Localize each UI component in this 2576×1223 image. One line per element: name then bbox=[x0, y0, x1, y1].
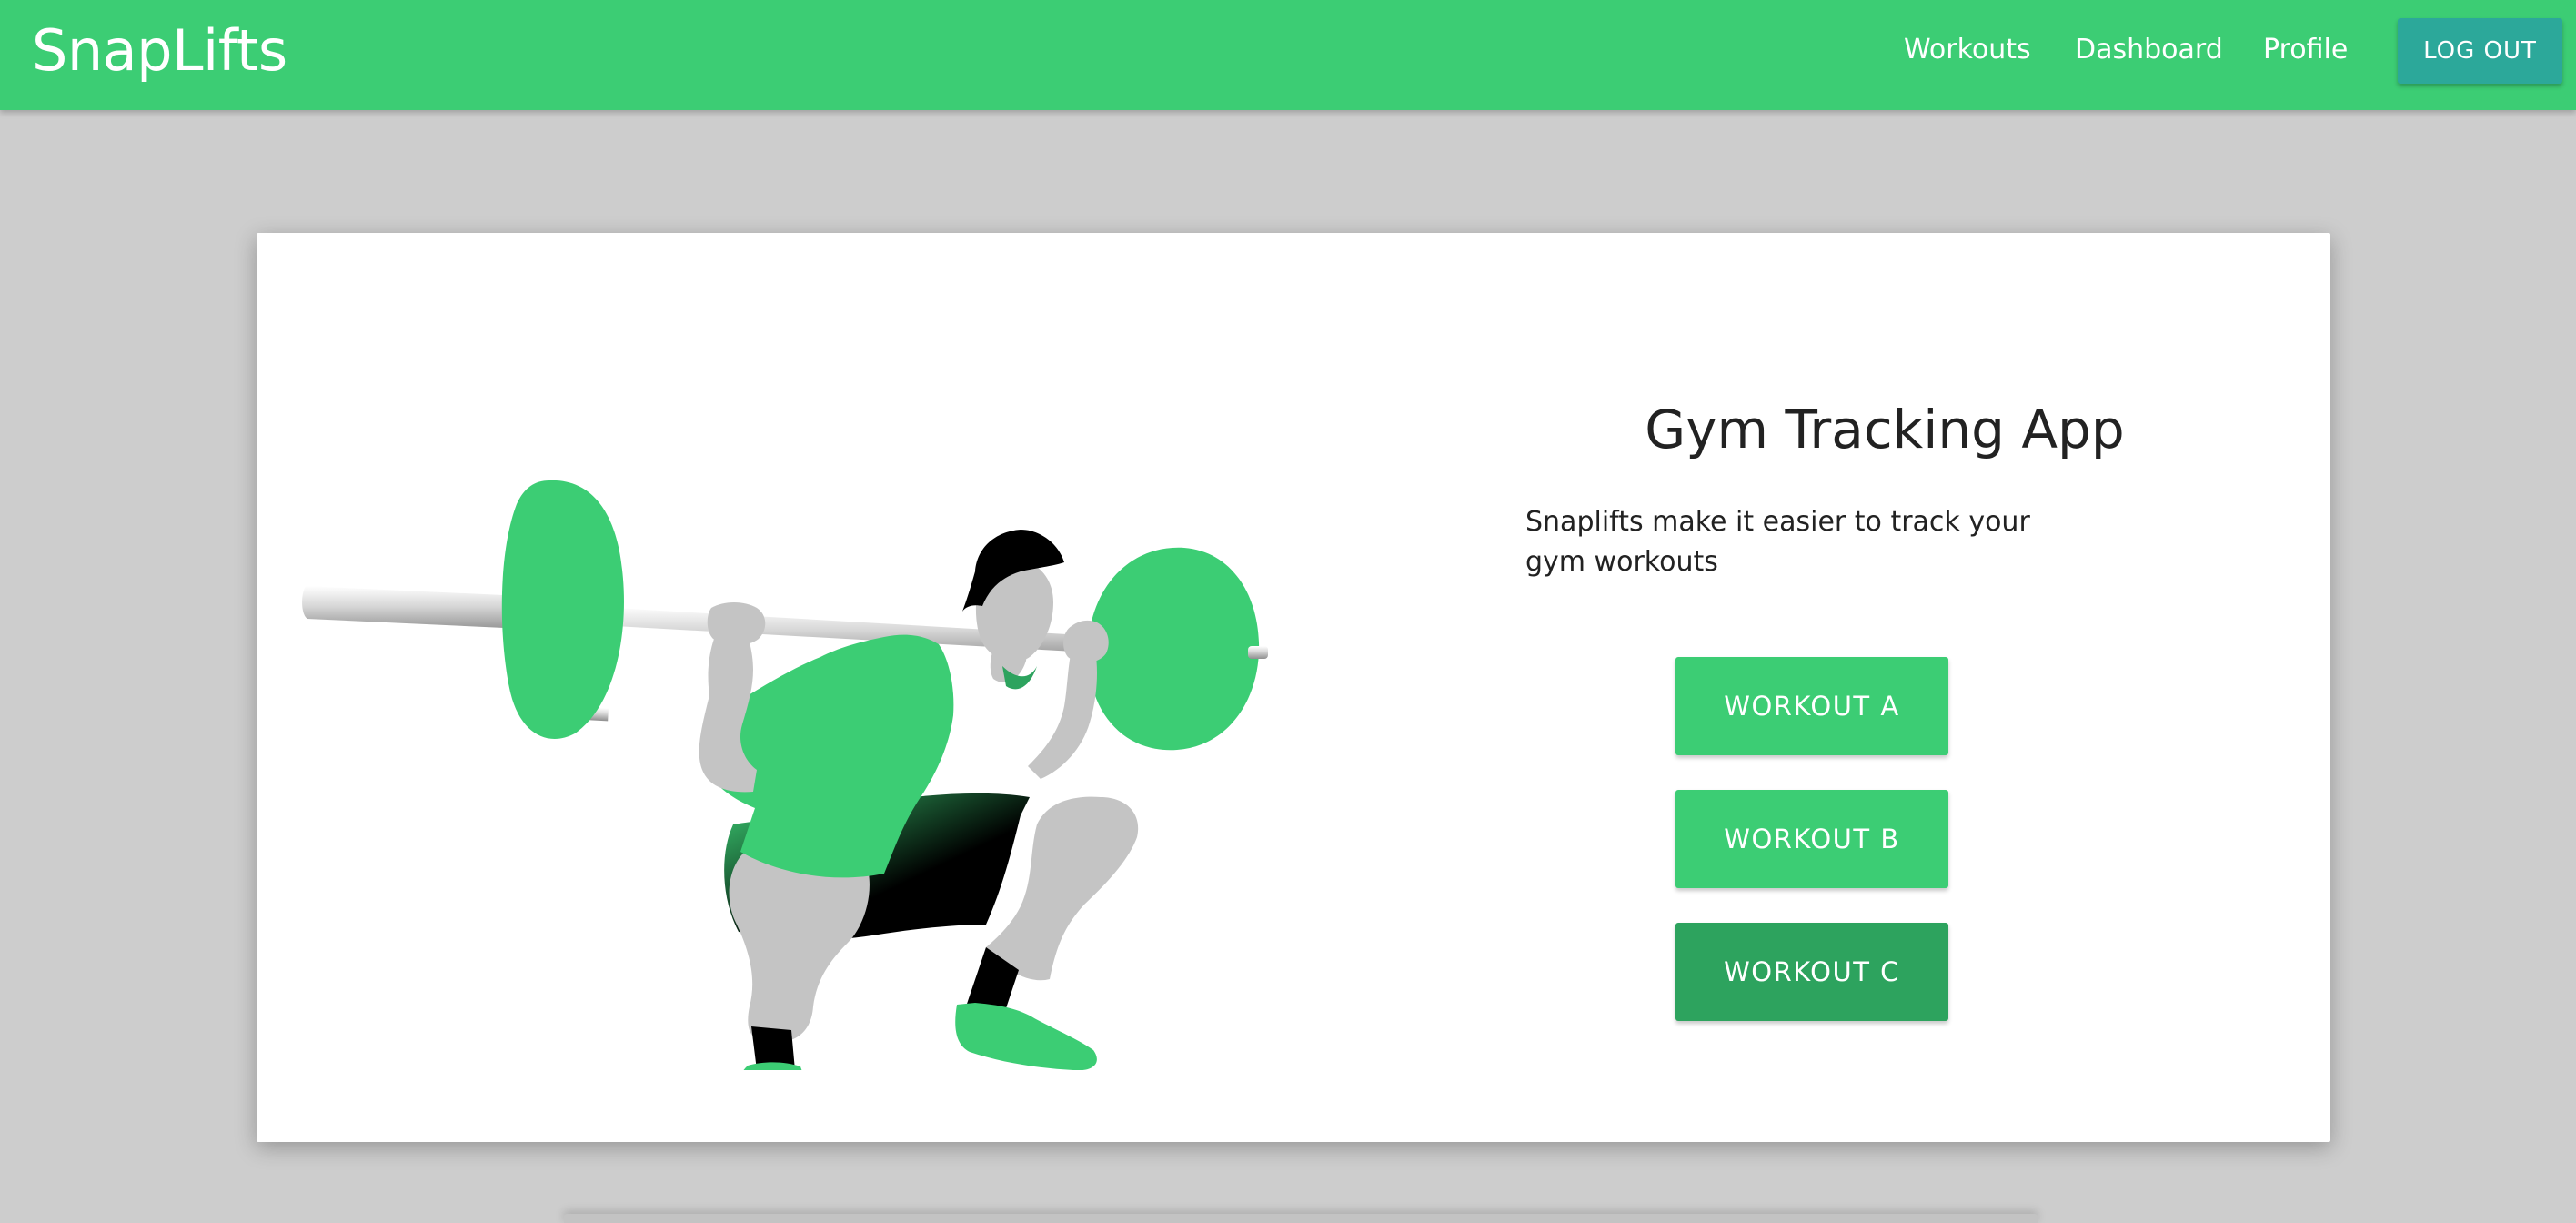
top-navbar: SnapLifts Workouts Dashboard Profile LOG… bbox=[0, 0, 2576, 110]
right-weight-plate bbox=[1087, 547, 1260, 751]
left-weight-plate bbox=[501, 480, 624, 739]
next-card-edge bbox=[564, 1214, 2038, 1223]
workout-c-button[interactable]: WORKOUT C bbox=[1675, 923, 1948, 1021]
page-title: Gym Tracking App bbox=[1645, 399, 2125, 460]
nav-link-workouts[interactable]: Workouts bbox=[1904, 31, 2031, 69]
lifter-figure bbox=[699, 530, 1139, 1070]
squat-illustration bbox=[302, 480, 1268, 1070]
nav-link-dashboard[interactable]: Dashboard bbox=[2075, 31, 2223, 69]
hero-description: Snaplifts make it easier to track your g… bbox=[1525, 506, 2030, 578]
brand-logo[interactable]: SnapLifts bbox=[32, 15, 287, 87]
workout-a-button[interactable]: WORKOUT A bbox=[1675, 657, 1948, 755]
hero-card: Gym Tracking App Snaplifts make it easie… bbox=[257, 233, 2330, 1142]
nav-link-profile[interactable]: Profile bbox=[2263, 31, 2348, 69]
workout-b-button[interactable]: WORKOUT B bbox=[1675, 790, 1948, 888]
logout-button[interactable]: LOG OUT bbox=[2398, 18, 2562, 84]
